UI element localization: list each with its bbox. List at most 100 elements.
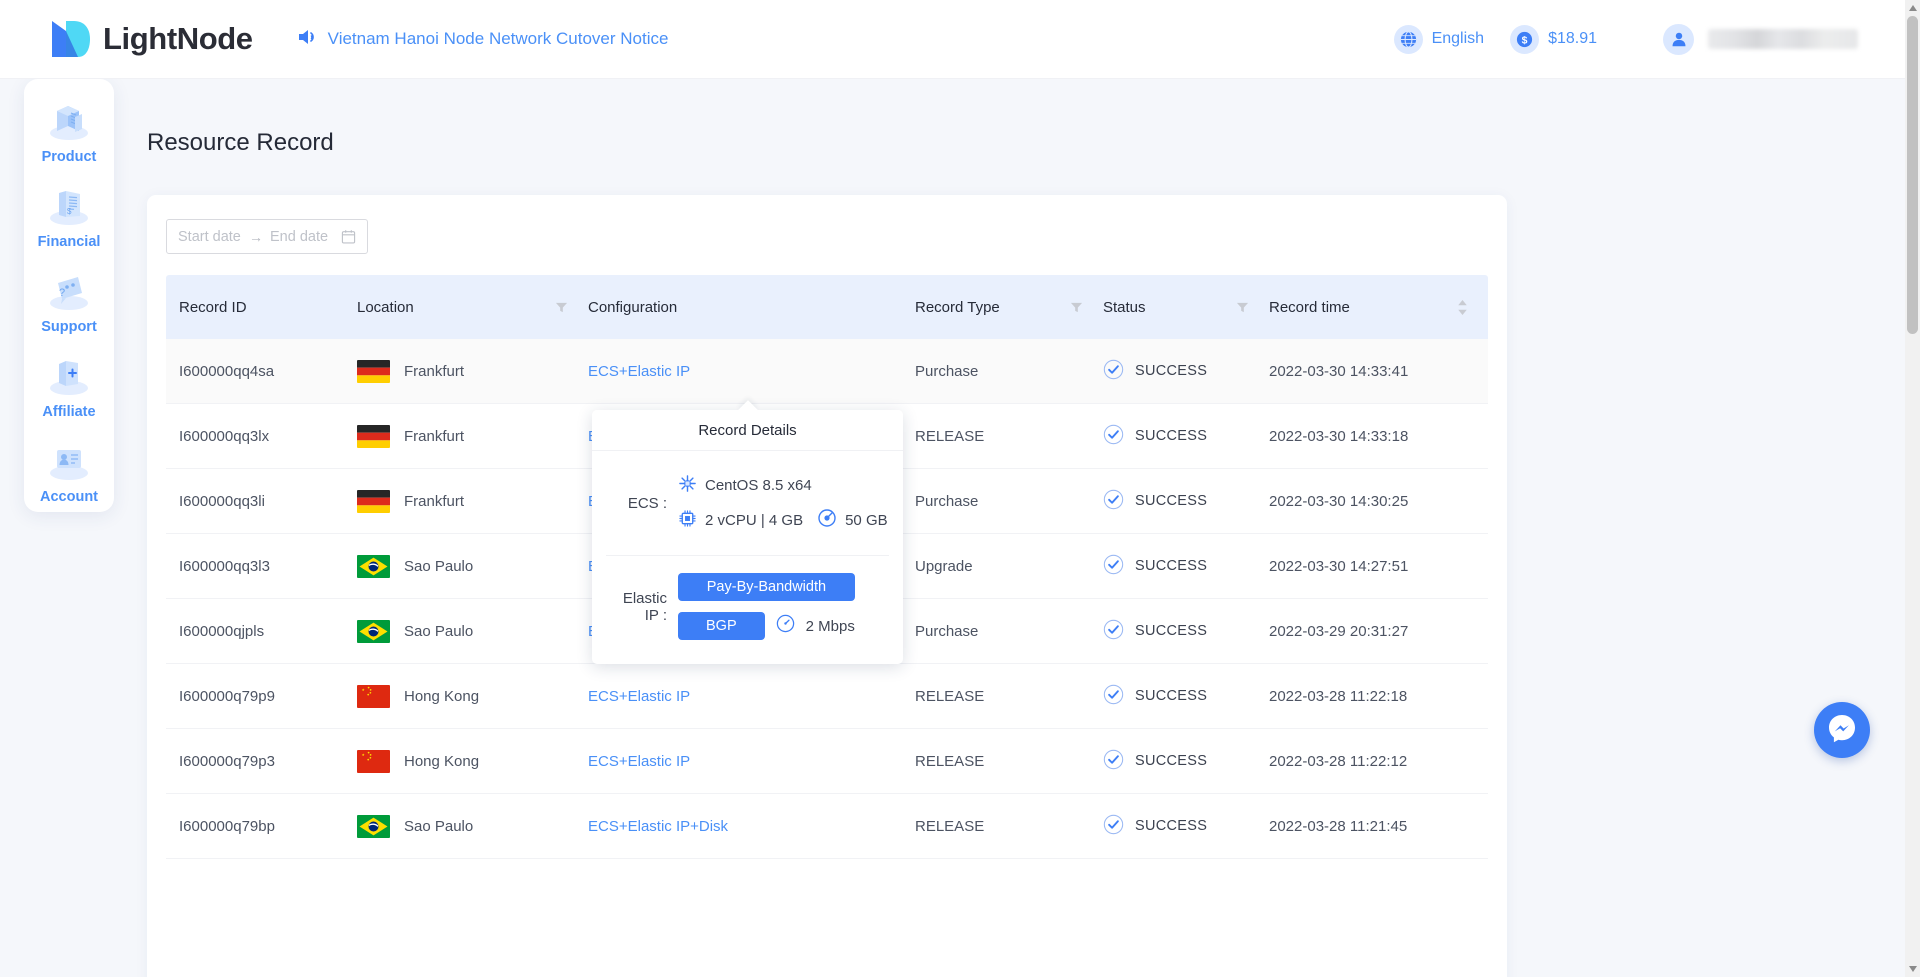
sort-updown-icon[interactable] bbox=[1457, 299, 1468, 316]
end-date-input[interactable] bbox=[270, 228, 334, 245]
language-label: English bbox=[1431, 30, 1485, 47]
cell-record-id: I600000q79bp bbox=[166, 818, 356, 835]
record-type-text: RELEASE bbox=[915, 817, 985, 835]
announcement-text: Vietnam Hanoi Node Network Cutover Notic… bbox=[327, 29, 669, 48]
column-label-loc: Location bbox=[357, 298, 414, 316]
cpu-mem-value: 2 vCPU | 4 GB bbox=[705, 511, 804, 529]
cell-record-id: I600000q79p9 bbox=[166, 688, 356, 705]
record-type-text: Purchase bbox=[915, 492, 979, 510]
popover-ecs-section: ECS : CentOS 8.5 x64 2 vCPU | 4 GB 50 GB bbox=[592, 451, 903, 555]
user-icon bbox=[1663, 23, 1694, 55]
cell-status: SUCCESS bbox=[1103, 749, 1269, 774]
scrollbar-thumb[interactable] bbox=[1907, 16, 1918, 334]
funnel-icon[interactable] bbox=[555, 301, 568, 314]
cell-record-id: I600000qq3l3 bbox=[166, 558, 356, 575]
cell-record-time: 2022-03-28 11:22:12 bbox=[1269, 753, 1488, 770]
location-name: Sao Paulo bbox=[404, 622, 474, 640]
brand-logo[interactable]: LightNode bbox=[48, 19, 253, 59]
status-badge: SUCCESS bbox=[1103, 424, 1207, 449]
sidebar-item-affiliate[interactable]: Affiliate bbox=[24, 352, 114, 420]
language-switcher[interactable]: English bbox=[1393, 24, 1485, 54]
popover-title: Record Details bbox=[592, 410, 903, 451]
table-row[interactable]: I600000q79p3 Hong Kong ECS+Elastic IP RELEA… bbox=[166, 729, 1488, 794]
cell-record-id: I600000qq3li bbox=[166, 493, 356, 510]
main-content: Resource Record → Record IDLoca bbox=[115, 79, 1920, 977]
eip-values: Pay-By-Bandwidth BGP 2 Mbps bbox=[678, 573, 855, 640]
column-label-time: Record time bbox=[1269, 298, 1350, 316]
cell-record-id: I600000qq4sa bbox=[166, 363, 356, 380]
cell-record-id: I600000q79p3 bbox=[166, 753, 356, 770]
record-id-text: I600000qq3l3 bbox=[179, 557, 270, 575]
disk-icon bbox=[817, 508, 837, 532]
configuration-link[interactable]: ECS+Elastic IP bbox=[588, 363, 690, 380]
column-label-status: Status bbox=[1103, 298, 1146, 316]
id-card-icon bbox=[40, 437, 98, 487]
calendar-icon[interactable] bbox=[341, 229, 356, 244]
cell-record-time: 2022-03-28 11:21:45 bbox=[1269, 818, 1488, 835]
date-range-picker[interactable]: → bbox=[166, 219, 368, 254]
check-circle-icon bbox=[1103, 814, 1124, 839]
globe-icon bbox=[1393, 24, 1423, 54]
table-row[interactable]: I600000qq4sa Frankfurt ECS+Elastic IP Purch… bbox=[166, 339, 1488, 404]
flag-de-icon bbox=[357, 489, 390, 513]
record-time-text: 2022-03-30 14:33:41 bbox=[1269, 362, 1409, 380]
table-row[interactable]: I600000q79p9 Hong Kong ECS+Elastic IP RELEA… bbox=[166, 664, 1488, 729]
line-type-row: BGP 2 Mbps bbox=[678, 612, 855, 640]
record-type-text: RELEASE bbox=[915, 752, 985, 770]
scroll-down-icon[interactable] bbox=[1905, 961, 1920, 977]
column-header-cfg: Configuration bbox=[588, 299, 915, 316]
location-name: Frankfurt bbox=[404, 492, 465, 510]
column-header-type: Record Type bbox=[915, 299, 1103, 316]
cell-location: Frankfurt bbox=[356, 424, 588, 448]
balance-amount: $18.91 bbox=[1548, 30, 1597, 47]
check-circle-icon bbox=[1103, 684, 1124, 709]
sidebar-item-product[interactable]: Product bbox=[24, 97, 114, 165]
brand-name: LightNode bbox=[103, 21, 253, 56]
page-title: Resource Record bbox=[147, 129, 334, 156]
status-badge: SUCCESS bbox=[1103, 489, 1207, 514]
check-circle-icon bbox=[1103, 554, 1124, 579]
balance-display[interactable]: $ $18.91 bbox=[1510, 24, 1597, 54]
dollar-icon: $ bbox=[1510, 24, 1540, 54]
os-line: CentOS 8.5 x64 bbox=[678, 474, 888, 497]
sidebar: Product $ Financial ? Support Affiliate … bbox=[24, 79, 114, 512]
user-menu[interactable] bbox=[1663, 23, 1858, 55]
cell-status: SUCCESS bbox=[1103, 359, 1269, 384]
record-id-text: I600000qjpls bbox=[179, 622, 265, 640]
sidebar-item-support[interactable]: ? Support bbox=[24, 267, 114, 335]
column-label-type: Record Type bbox=[915, 298, 1000, 316]
sidebar-label-product: Product bbox=[41, 149, 97, 165]
flag-cn-icon bbox=[357, 684, 390, 708]
record-id-text: I600000q79p9 bbox=[179, 687, 275, 705]
status-badge: SUCCESS bbox=[1103, 619, 1207, 644]
messenger-button[interactable] bbox=[1814, 702, 1870, 758]
line-type-badge[interactable]: BGP bbox=[678, 612, 765, 640]
record-time-text: 2022-03-29 20:31:27 bbox=[1269, 622, 1409, 640]
configuration-link[interactable]: ECS+Elastic IP bbox=[588, 753, 690, 770]
cell-record-time: 2022-03-30 14:33:18 bbox=[1269, 428, 1488, 445]
cell-record-type: Purchase bbox=[915, 623, 1103, 640]
header-actions: English $ $18.91 bbox=[1393, 23, 1858, 55]
question-chat-icon: ? bbox=[40, 267, 98, 317]
location-name: Hong Kong bbox=[404, 752, 480, 770]
start-date-input[interactable] bbox=[178, 228, 242, 245]
status-text: SUCCESS bbox=[1135, 493, 1208, 509]
table-row[interactable]: I600000q79bp Sao Paulo ECS+Elastic IP+Disk… bbox=[166, 794, 1488, 859]
sidebar-item-financial[interactable]: $ Financial bbox=[24, 182, 114, 250]
sidebar-item-account[interactable]: Account bbox=[24, 437, 114, 505]
speaker-icon bbox=[297, 28, 317, 51]
funnel-icon[interactable] bbox=[1070, 301, 1083, 314]
configuration-link[interactable]: ECS+Elastic IP bbox=[588, 688, 690, 705]
billing-mode-badge[interactable]: Pay-By-Bandwidth bbox=[678, 573, 855, 601]
cell-record-time: 2022-03-30 14:27:51 bbox=[1269, 558, 1488, 575]
configuration-link[interactable]: ECS+Elastic IP+Disk bbox=[588, 818, 728, 835]
page-scrollbar[interactable] bbox=[1905, 0, 1920, 977]
cell-configuration: ECS+Elastic IP bbox=[588, 688, 915, 705]
record-time-text: 2022-03-28 11:22:18 bbox=[1269, 687, 1408, 705]
cell-configuration: ECS+Elastic IP bbox=[588, 753, 915, 770]
status-text: SUCCESS bbox=[1135, 688, 1208, 704]
scroll-up-icon[interactable] bbox=[1905, 0, 1920, 16]
column-header-status: Status bbox=[1103, 299, 1269, 316]
funnel-icon[interactable] bbox=[1236, 301, 1249, 314]
announcement-banner[interactable]: Vietnam Hanoi Node Network Cutover Notic… bbox=[297, 28, 669, 51]
